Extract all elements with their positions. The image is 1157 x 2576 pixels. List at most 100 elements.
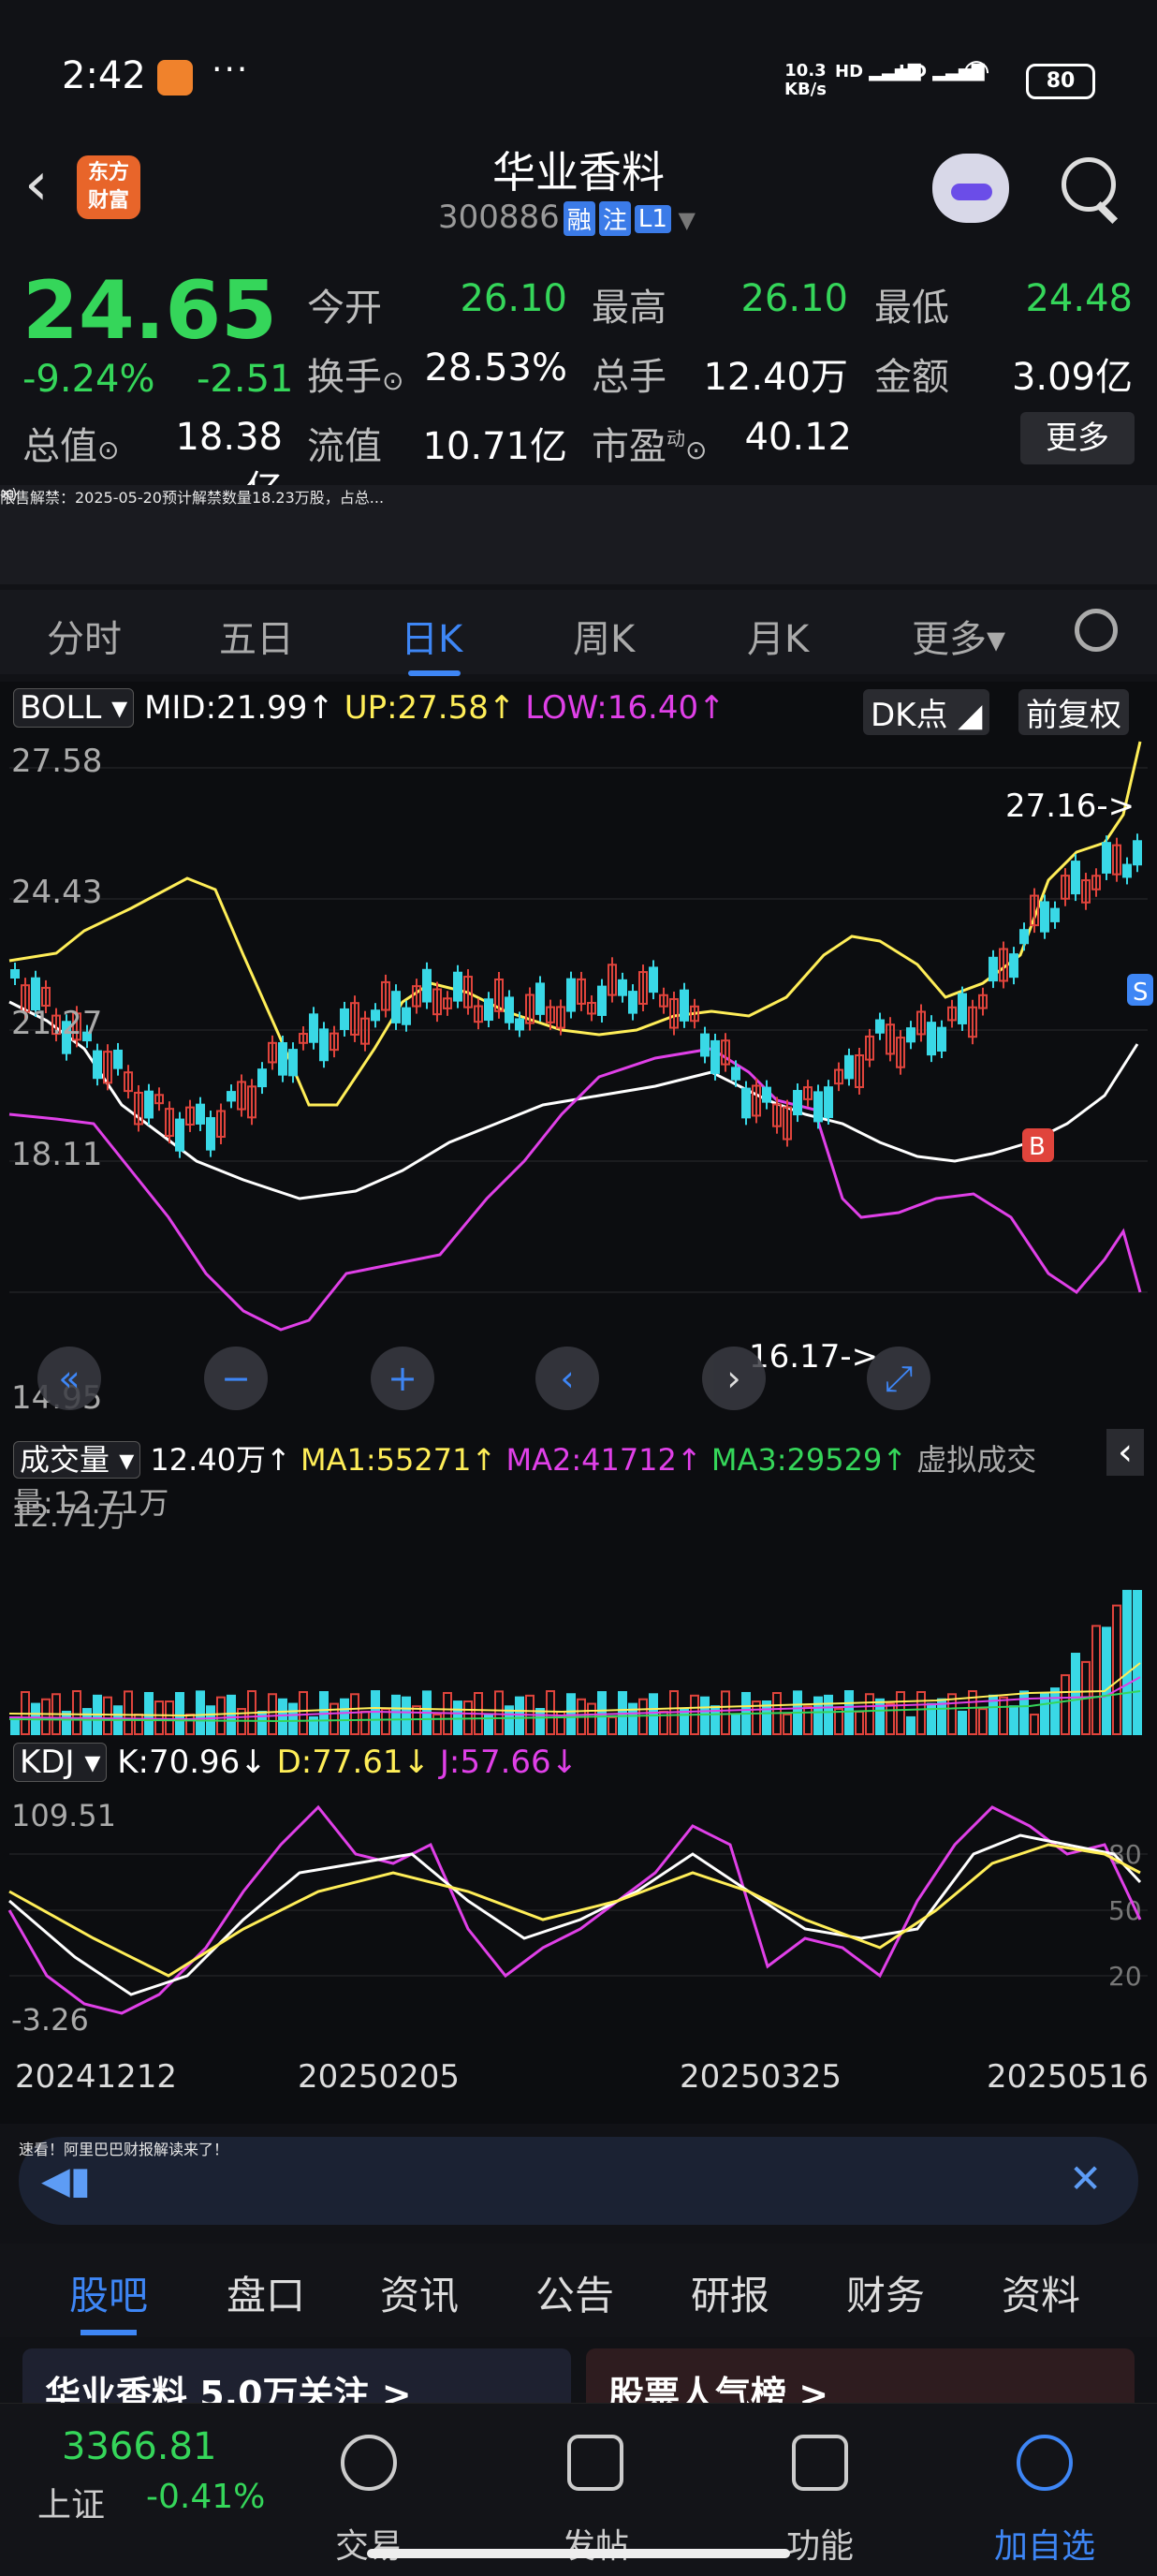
nav-functions[interactable]: 功能 (745, 2519, 895, 2568)
tab-5day[interactable]: 五日 (219, 609, 294, 663)
adjust-button[interactable]: 前复权 (1018, 689, 1129, 735)
candlestick-chart[interactable]: 27.58 24.43 21.27 18.11 14.95 27.16-> 16… (0, 730, 1157, 1470)
trade-icon[interactable] (341, 2435, 397, 2491)
candle (813, 1091, 823, 1123)
volume-selector[interactable]: 成交量 ▾ (13, 1441, 141, 1479)
buy-marker-label: B (1029, 1133, 1046, 1161)
tab-monthly-k[interactable]: 月K (747, 609, 809, 663)
tab-forum[interactable]: 股吧 (69, 2264, 148, 2321)
volume-bar (144, 1691, 154, 1735)
home-indicator[interactable] (367, 2549, 790, 2558)
candle (906, 1027, 915, 1043)
volume-bar (628, 1702, 637, 1735)
candle (309, 1013, 318, 1043)
net-speed: 10.3 KB/s (784, 62, 827, 99)
nav-post[interactable]: 发帖 (520, 2519, 670, 2568)
kdj-level-20: 20 (1108, 1961, 1142, 1992)
volume-bar (1009, 1705, 1018, 1735)
date-label: 20250325 (680, 2058, 842, 2096)
svg-text:⤢: ⤢ (885, 1358, 913, 1399)
post-icon[interactable] (567, 2435, 623, 2491)
volume-bar (350, 1693, 359, 1736)
candle (340, 1008, 349, 1030)
tab-announcement[interactable]: 公告 (535, 2264, 614, 2321)
info-icon: ⊙ (97, 434, 120, 465)
kdj-axis-min: -3.26 (11, 2002, 89, 2038)
candle (1019, 929, 1029, 945)
tab-weekly-k[interactable]: 周K (573, 609, 635, 663)
volume-bar (82, 1708, 92, 1735)
info-icon: ⊙ (685, 434, 708, 465)
index-value[interactable]: 3366.81 (62, 2425, 216, 2468)
kdj-chart[interactable]: 109.51 -3.26 80 50 20 (0, 1788, 1157, 2041)
search-icon[interactable] (1062, 157, 1116, 212)
candle (597, 985, 607, 1016)
nav-trade[interactable]: 交易 (294, 2519, 444, 2568)
volume-bar (1112, 1604, 1121, 1735)
candle (453, 971, 462, 1002)
volume-bar (1102, 1627, 1111, 1736)
volume-chart[interactable]: 12.71万 (0, 1485, 1157, 1738)
candle (484, 998, 493, 1022)
pe-label[interactable]: 市盈动⊙ (592, 416, 707, 470)
tab-intraday[interactable]: 分时 (47, 609, 122, 663)
tab-finance[interactable]: 财务 (846, 2264, 925, 2321)
candle (175, 1118, 184, 1152)
volume-bar (587, 1702, 596, 1735)
volume-bar (916, 1691, 926, 1735)
volume-bar (1133, 1589, 1142, 1736)
more-button[interactable]: 更多 (1020, 412, 1135, 464)
close-icon[interactable]: ✕ (1069, 2156, 1102, 2201)
chevron-down-icon: ▼ (670, 207, 696, 233)
active-tab-underline (81, 2330, 137, 2335)
volume-bar (360, 1710, 370, 1736)
promo-text[interactable]: 速看！阿里巴巴财报解读来了！ (19, 2137, 228, 2159)
tab-more[interactable]: 更多▾ (912, 609, 1005, 663)
add-watchlist-icon[interactable] (1017, 2435, 1073, 2491)
tab-daily-k[interactable]: 日K (401, 609, 462, 663)
tab-profile[interactable]: 资料 (1002, 2264, 1080, 2321)
candle (1009, 953, 1018, 979)
close-icon[interactable]: ✕ (0, 485, 1157, 503)
boll-selector[interactable]: BOLL ▾ (13, 688, 135, 728)
candle (649, 966, 658, 994)
volume-bar (803, 1705, 813, 1736)
sell-marker-label: S (1133, 979, 1149, 1007)
candle (278, 1041, 287, 1076)
date-label: 20250516 (987, 2058, 1150, 2096)
mktcap-label[interactable]: 总值⊙ (22, 416, 119, 470)
boll-lower-line (8, 1047, 1142, 1332)
volume-bar (227, 1694, 236, 1736)
kdj-j: J:57.66↓ (439, 1744, 578, 1781)
amount-label: 金额 (874, 356, 949, 399)
high-annotation: 27.16-> (1005, 788, 1135, 825)
gear-icon[interactable] (1075, 609, 1118, 652)
tab-orderbook[interactable]: 盘口 (227, 2264, 305, 2321)
candle (1050, 907, 1060, 922)
stock-code-row[interactable]: 300886 融注 L1 ▼ (438, 199, 696, 236)
volume-bar (731, 1714, 740, 1735)
nav-add-watchlist[interactable]: 加自选 (970, 2519, 1120, 2568)
robot-visor (951, 184, 992, 200)
volume-bar (886, 1702, 895, 1736)
functions-icon[interactable] (792, 2435, 848, 2491)
turnover-label[interactable]: 换手⊙ (307, 346, 403, 401)
volume-bar (855, 1711, 864, 1735)
kdj-selector[interactable]: KDJ ▾ (13, 1743, 108, 1782)
low-annotation: 16.17-> (749, 1338, 878, 1376)
kdj-k: K:70.96↓ (117, 1744, 267, 1781)
tab-research[interactable]: 研报 (691, 2264, 769, 2321)
vol-ma3: MA3:29529↑ (710, 1442, 908, 1478)
volume-bar (165, 1700, 174, 1735)
date-label: 20250205 (298, 2058, 461, 2096)
candle (710, 1039, 720, 1074)
collapse-panel-icon[interactable]: ‹ (1106, 1429, 1144, 1476)
tab-news[interactable]: 资讯 (380, 2264, 459, 2321)
dk-point-button[interactable]: DK点 ◢ (863, 689, 990, 735)
volume-bar (196, 1690, 205, 1735)
change-abs: -2.51 (197, 358, 294, 401)
net-speed-unit: KB/s (784, 80, 827, 99)
volume-bar (1030, 1714, 1039, 1736)
volume-bar (1122, 1589, 1132, 1735)
high-label: 最高 (592, 287, 666, 330)
